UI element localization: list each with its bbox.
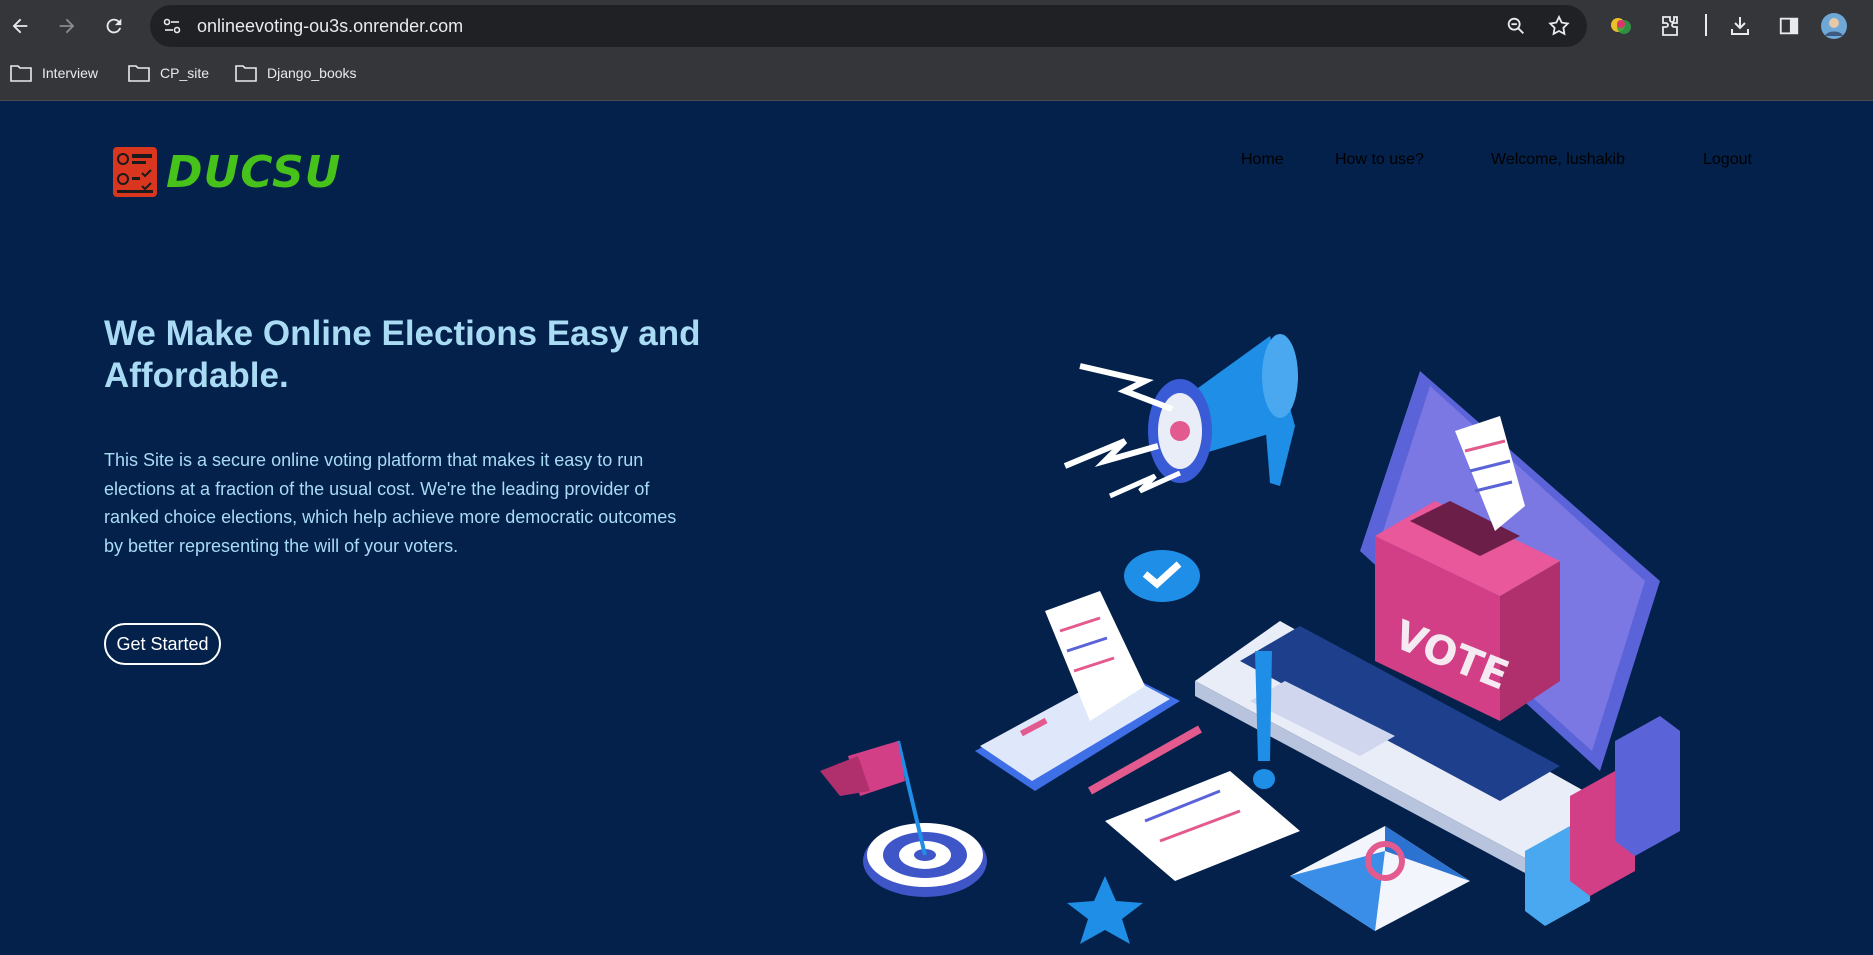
side-panel-icon <box>1779 17 1799 35</box>
bookmark-folder-interview[interactable]: Interview <box>10 64 98 82</box>
zoom-icon[interactable] <box>1505 15 1527 37</box>
site-logo[interactable]: DUCSU <box>112 146 341 198</box>
nav-logout[interactable]: Logout <box>1703 151 1752 169</box>
colorful-extension-icon <box>1611 18 1631 34</box>
folder-icon <box>235 65 257 82</box>
forward-button[interactable] <box>53 12 81 40</box>
hero-description: This Site is a secure online voting plat… <box>104 450 677 556</box>
browser-chrome: onlineevoting-ou3s.onrender.com Intervie… <box>0 0 1873 101</box>
avatar <box>1821 13 1847 39</box>
address-bar[interactable]: onlineevoting-ou3s.onrender.com <box>150 5 1587 47</box>
bookmark-star-icon[interactable] <box>1547 14 1571 38</box>
bookmark-folder-django-books[interactable]: Django_books <box>235 64 357 82</box>
extensions-menu-button[interactable] <box>1656 12 1684 40</box>
nav-home[interactable]: Home <box>1241 151 1284 169</box>
ballot-logo-icon <box>113 147 157 197</box>
hero-title: We Make Online Elections Easy and Afford… <box>104 314 701 395</box>
online-voting-illustration: VOTE <box>820 334 1680 944</box>
profile-button[interactable] <box>1820 12 1848 40</box>
logo-text: DUCSU <box>166 146 342 198</box>
extension-button[interactable] <box>1607 12 1635 40</box>
nav-welcome-user[interactable]: Welcome, lushakib <box>1491 151 1625 169</box>
download-icon <box>1731 17 1749 35</box>
site-settings-icon[interactable] <box>162 16 182 36</box>
arrow-left-icon <box>12 18 28 34</box>
folder-icon <box>10 65 32 82</box>
bookmark-label: CP_site <box>160 65 210 81</box>
downloads-button[interactable] <box>1726 12 1754 40</box>
reload-button[interactable] <box>100 12 128 40</box>
browser-toolbar: onlineevoting-ou3s.onrender.com <box>0 0 1873 52</box>
puzzle-icon <box>1662 16 1678 36</box>
toolbar-divider <box>1705 14 1707 36</box>
url-text[interactable]: onlineevoting-ou3s.onrender.com <box>197 16 463 37</box>
bookmark-label: Interview <box>42 65 99 81</box>
site-page: DUCSU Home How to use? Welcome, lushakib… <box>0 101 1873 955</box>
get-started-button[interactable]: Get Started <box>104 623 221 665</box>
bookmark-label: Django_books <box>267 65 357 81</box>
arrow-right-icon <box>59 18 75 34</box>
back-button[interactable] <box>6 12 34 40</box>
nav-how-to-use[interactable]: How to use? <box>1335 151 1424 169</box>
folder-icon <box>128 65 150 82</box>
bookmark-folder-cp-site[interactable]: CP_site <box>128 64 209 82</box>
side-panel-button[interactable] <box>1775 12 1803 40</box>
bookmarks-bar: Interview CP_site Django_books <box>0 58 1873 92</box>
reload-icon <box>106 18 122 34</box>
